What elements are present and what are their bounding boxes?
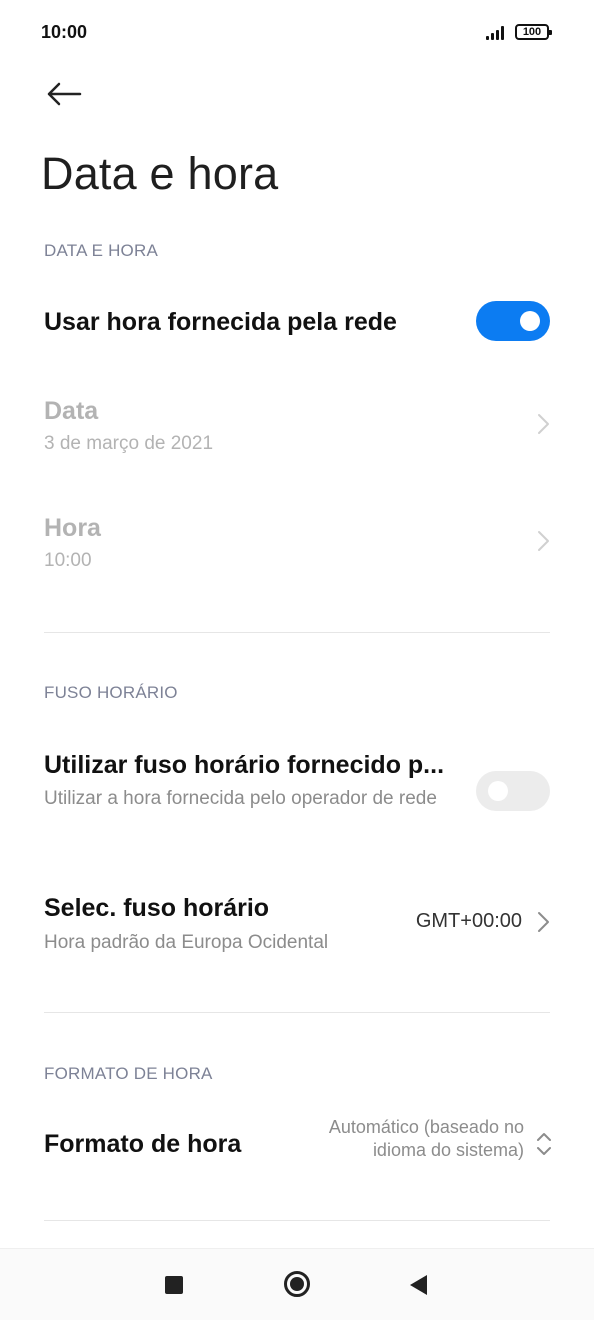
- home-button[interactable]: [284, 1271, 310, 1297]
- page-title: Data e hora: [41, 148, 279, 199]
- network-time-toggle[interactable]: [476, 301, 550, 341]
- select-zone-value: GMT+00:00: [415, 910, 522, 932]
- back-button[interactable]: [40, 74, 88, 114]
- select-zone-description: Hora padrão da Europa Ocidental: [44, 932, 329, 953]
- divider: [44, 1012, 550, 1013]
- time-format-label: Formato de hora: [44, 1130, 242, 1158]
- select-zone-label: Selec. fuso horário: [44, 894, 270, 922]
- chevron-up-down-icon: [537, 1133, 551, 1155]
- time-format-value: Automático (baseado no idioma do sistema…: [328, 1117, 524, 1160]
- signal-icon: [486, 24, 508, 40]
- network-zone-toggle[interactable]: [476, 771, 550, 811]
- divider: [44, 632, 550, 633]
- status-bar: 10:00 100: [0, 0, 594, 64]
- section-header-time-format: FORMATO DE HORA: [44, 1064, 213, 1083]
- date-label: Data: [44, 397, 99, 425]
- network-zone-description: Utilizar a hora fornecida pelo operador …: [44, 788, 437, 809]
- chevron-right-icon: [538, 414, 549, 434]
- status-time: 10:00: [41, 22, 88, 42]
- section-header-date-time: DATA E HORA: [44, 241, 158, 260]
- date-value: 3 de março de 2021: [44, 433, 214, 454]
- time-value: 10:00: [44, 550, 92, 571]
- divider: [44, 1220, 550, 1221]
- recent-apps-button[interactable]: [165, 1276, 183, 1294]
- navigation-bar: [0, 1248, 594, 1320]
- battery-icon: 100: [515, 24, 552, 40]
- toggle-knob: [488, 781, 508, 801]
- network-zone-label: Utilizar fuso horário fornecido p...: [44, 751, 445, 779]
- time-label: Hora: [44, 514, 101, 542]
- network-time-label: Usar hora fornecida pela rede: [44, 308, 397, 336]
- chevron-right-icon: [538, 531, 549, 551]
- toggle-knob: [520, 311, 540, 331]
- nav-back-button[interactable]: [410, 1275, 427, 1295]
- chevron-right-icon: [538, 912, 549, 932]
- section-header-time-zone: FUSO HORÁRIO: [44, 683, 178, 702]
- back-arrow-icon: [47, 82, 82, 106]
